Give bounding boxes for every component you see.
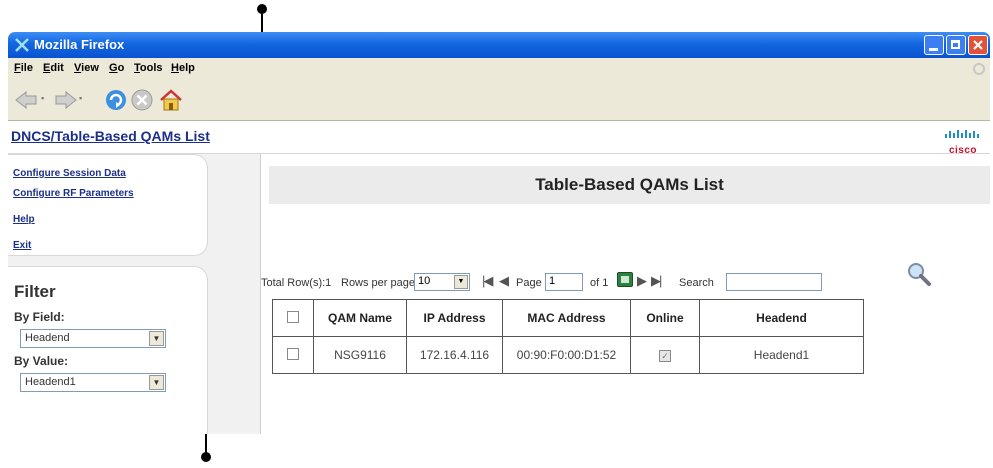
row-checkbox[interactable] xyxy=(287,347,299,360)
by-value-label: By Value: xyxy=(14,354,69,368)
window-title: Mozilla Firefox xyxy=(34,37,125,52)
rows-per-page-select[interactable]: 10 ▼ xyxy=(414,273,470,291)
search-icon[interactable] xyxy=(906,262,932,286)
page-number-value: 1 xyxy=(549,275,556,287)
menu-bar: File Edit View Go Tools Help xyxy=(8,58,990,81)
search-input[interactable] xyxy=(726,273,822,291)
forward-dropdown-icon[interactable]: ▪ xyxy=(79,93,82,103)
sidebar-link-configure-rf-parameters[interactable]: Configure RF Parameters xyxy=(13,188,134,199)
reload-icon[interactable] xyxy=(104,88,128,112)
column-header-headend[interactable]: Headend xyxy=(699,299,864,337)
page-header: DNCS/Table-Based QAMs List cisco xyxy=(8,121,990,156)
forward-icon[interactable] xyxy=(52,89,78,111)
page-label: Page xyxy=(516,277,542,289)
page-title: Table-Based QAMs List xyxy=(535,175,724,194)
go-button[interactable] xyxy=(617,272,633,287)
menu-file[interactable]: File xyxy=(14,62,33,74)
home-icon[interactable] xyxy=(158,88,184,112)
filter-title: Filter xyxy=(14,282,56,301)
menu-view[interactable]: View xyxy=(74,62,99,74)
by-field-label: By Field: xyxy=(14,310,65,324)
menu-tools[interactable]: Tools xyxy=(134,62,163,74)
menu-go[interactable]: Go xyxy=(109,62,124,74)
rows-per-page-value: 10 xyxy=(418,275,431,287)
column-header-online[interactable]: Online xyxy=(630,299,700,337)
qam-table: QAM Name IP Address MAC Address Online H… xyxy=(272,299,864,374)
minimize-button[interactable] xyxy=(924,35,944,55)
back-dropdown-icon[interactable]: ▪ xyxy=(41,93,44,103)
select-all-header xyxy=(272,299,314,337)
sidebar-link-exit[interactable]: Exit xyxy=(13,240,31,251)
menu-help[interactable]: Help xyxy=(171,62,195,74)
prev-page-icon[interactable]: ◀ xyxy=(499,273,509,289)
by-field-value: Headend xyxy=(25,332,70,344)
page-number-input[interactable]: 1 xyxy=(545,273,583,291)
cell-headend: Headend1 xyxy=(699,336,864,374)
cell-mac-address: 00:90:F0:00:D1:52 xyxy=(502,336,631,374)
row-select-cell xyxy=(272,336,314,374)
throbber-icon xyxy=(973,63,985,75)
browser-window: Mozilla Firefox File Edit View Go Tools … xyxy=(8,32,990,434)
rows-per-page-label: Rows per page: xyxy=(341,277,419,289)
navigation-toolbar: ▪ ▪ xyxy=(8,80,990,121)
chevron-down-icon[interactable]: ▼ xyxy=(149,331,164,346)
menu-edit[interactable]: Edit xyxy=(43,62,64,74)
next-page-icon[interactable]: ▶ xyxy=(637,273,647,289)
chevron-down-icon[interactable]: ▼ xyxy=(149,375,164,390)
cell-qam-name: NSG9116 xyxy=(313,336,407,374)
title-bar: Mozilla Firefox xyxy=(8,32,990,58)
back-icon[interactable] xyxy=(14,89,40,111)
table-row[interactable]: NSG9116 172.16.4.116 00:90:F0:00:D1:52 ✓… xyxy=(272,336,864,374)
first-page-icon[interactable]: |◀ xyxy=(482,273,493,289)
select-all-checkbox[interactable] xyxy=(287,310,299,323)
by-value-value: Headend1 xyxy=(25,376,76,388)
column-header-ip-address[interactable]: IP Address xyxy=(406,299,503,337)
by-value-select[interactable]: Headend1 ▼ xyxy=(20,373,166,392)
by-field-select[interactable]: Headend ▼ xyxy=(20,329,166,348)
page-count-label: of 1 xyxy=(590,277,609,289)
main-title-bar: Table-Based QAMs List xyxy=(269,166,990,204)
sidebar-link-help[interactable]: Help xyxy=(13,214,35,225)
cisco-bars-icon xyxy=(945,130,979,138)
stop-icon[interactable] xyxy=(131,89,153,111)
column-header-qam-name[interactable]: QAM Name xyxy=(313,299,407,337)
chevron-down-icon[interactable]: ▼ xyxy=(454,275,468,289)
maximize-button[interactable] xyxy=(946,35,966,55)
firefox-icon xyxy=(15,38,29,52)
go-icon xyxy=(621,276,629,283)
total-rows-label: Total Row(s):1 xyxy=(261,277,332,289)
cell-ip-address: 172.16.4.116 xyxy=(406,336,503,374)
cisco-logo: cisco xyxy=(943,126,983,156)
sidebar: Configure Session Data Configure RF Para… xyxy=(8,154,261,434)
close-icon xyxy=(973,40,983,50)
online-checkbox: ✓ xyxy=(659,350,671,362)
sidebar-link-configure-session-data[interactable]: Configure Session Data xyxy=(13,168,126,179)
column-header-mac-address[interactable]: MAC Address xyxy=(502,299,631,337)
search-label: Search xyxy=(679,277,714,289)
last-page-icon[interactable]: ▶| xyxy=(651,273,662,289)
table-header-row: QAM Name IP Address MAC Address Online H… xyxy=(272,299,864,337)
breadcrumb[interactable]: DNCS/Table-Based QAMs List xyxy=(11,128,210,144)
cell-online: ✓ xyxy=(630,336,700,374)
main-content: Table-Based QAMs List Total Row(s):1 Row… xyxy=(261,154,990,434)
close-button[interactable] xyxy=(968,35,988,55)
